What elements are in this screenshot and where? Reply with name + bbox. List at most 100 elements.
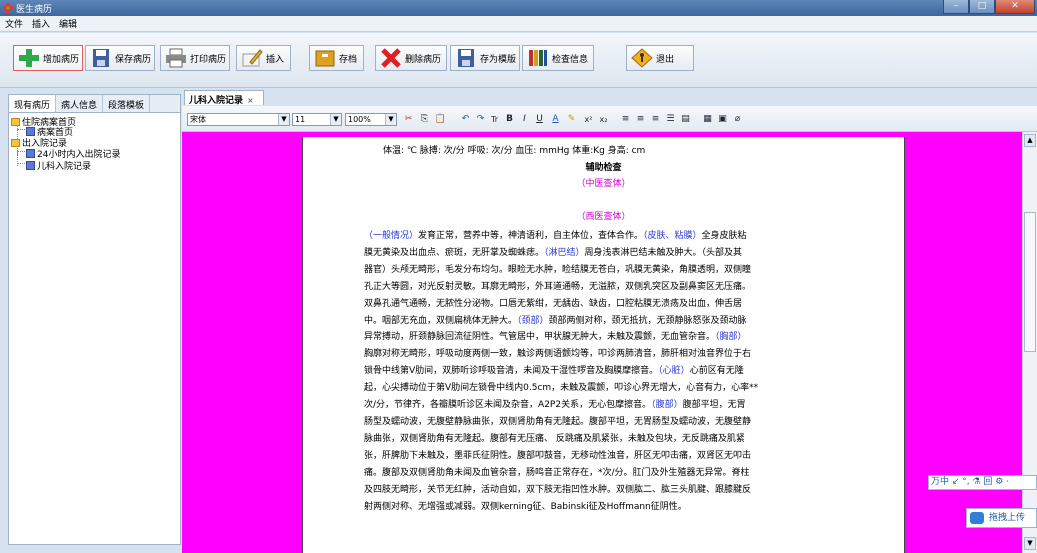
underline-icon[interactable]: U xyxy=(533,113,546,126)
chevron-down-icon: ▼ xyxy=(278,114,289,125)
section-label: （胸部） xyxy=(715,332,747,343)
align-right-icon[interactable]: ≡ xyxy=(649,113,662,126)
superscript-icon[interactable]: x² xyxy=(582,113,595,126)
tree-node-pediatric-admission[interactable]: 儿科入院记录 xyxy=(26,159,91,172)
plus-icon xyxy=(19,49,39,67)
save-template-icon xyxy=(458,49,474,67)
document-icon xyxy=(26,127,35,136)
scroll-down-icon[interactable]: ▼ xyxy=(1024,537,1036,550)
menu-edit[interactable]: 编辑 xyxy=(54,17,81,30)
paragraph-icon[interactable]: ▤ xyxy=(679,113,692,126)
font-color-icon[interactable]: A xyxy=(549,113,562,126)
paragraph-line: （一般情况）发育正常，营养中等，神清语利，自主体位，查体合作。（皮肤、粘膜）全身… xyxy=(364,231,747,241)
copy-icon[interactable]: ⎘ xyxy=(418,113,431,126)
paragraph-line: 双鼻孔通气通畅，无脓性分泌物。口唇无紫绀，无龋齿、缺齿，口腔粘膜无溃疡及出血，伸… xyxy=(364,298,743,309)
justify-icon[interactable]: ☰ xyxy=(664,113,677,126)
save-icon xyxy=(93,49,109,67)
document-icon xyxy=(26,161,35,170)
undo-icon[interactable]: ↶ xyxy=(459,113,472,126)
font-size-select[interactable]: 11 ▼ xyxy=(292,113,342,126)
align-left-icon[interactable]: ≡ xyxy=(619,113,632,126)
tree-node-label: 儿科入院记录 xyxy=(37,162,92,172)
zoom-value: 100% xyxy=(348,115,371,124)
archive-button[interactable]: 存档 xyxy=(309,45,364,71)
paragraph-line: 肠型及蠕动波，无腹壁静脉曲张，双侧肾肋角有无隆起。腹部平坦，无胃肠型及蠕动波，无… xyxy=(364,416,752,427)
table-icon[interactable]: ▦ xyxy=(701,113,714,126)
save-record-label: 保存病历 xyxy=(115,54,152,65)
wm-exam-heading: （西医查体） xyxy=(576,212,631,222)
aux-exam-heading: 辅助检查 xyxy=(585,163,622,173)
tab-patient-info[interactable]: 病人信息 xyxy=(56,95,104,112)
scroll-up-icon[interactable]: ▲ xyxy=(1024,134,1036,147)
tab-paragraph-templates[interactable]: 段落模板 xyxy=(103,95,151,112)
section-label: （淋巴结） xyxy=(544,247,585,258)
exit-label: 退出 xyxy=(656,54,675,65)
italic-icon[interactable]: I xyxy=(518,113,531,126)
menu-file[interactable]: 文件 xyxy=(0,17,27,30)
bold-icon[interactable]: B xyxy=(503,113,516,126)
books-icon xyxy=(529,50,547,66)
maximize-button[interactable]: □ xyxy=(969,0,995,14)
exam-body-text[interactable]: （一般情况）发育正常，营养中等，神清语利，自主体位，查体合作。（皮肤、粘膜）全身… xyxy=(364,228,851,515)
save-record-button[interactable]: 保存病历 xyxy=(85,45,155,71)
paragraph-line: 异常搏动，肝颈静脉回流征阴性。气管居中，甲状腺无肿大，未触及震颤，无血管杂音。（… xyxy=(364,332,747,343)
editor-canvas: 体温: ℃ 脉搏: 次/分 呼吸: 次/分 血压: mmHg 体重:Kg 身高:… xyxy=(182,132,1022,553)
font-size-value: 11 xyxy=(295,115,306,124)
minimize-button[interactable]: – xyxy=(943,0,969,14)
close-tab-icon[interactable]: × xyxy=(247,96,254,105)
document-page[interactable]: 体温: ℃ 脉搏: 次/分 呼吸: 次/分 血压: mmHg 体重:Kg 身高:… xyxy=(302,137,905,553)
paragraph-line: 锁骨中线第Ⅴ肋间，双肺听诊呼吸音清，未闻及干湿性啰音及胸膜摩擦音。（心脏）心前区… xyxy=(364,366,744,377)
delete-record-button[interactable]: 删除病历 xyxy=(375,45,447,71)
tab-existing-records[interactable]: 现有病历 xyxy=(9,95,57,112)
paragraph-line: 及四肢无畸形，关节无红肿，活动自如，双下肢无指凹性水肿。双侧肱二、肱三头肌腱、跟… xyxy=(364,484,752,495)
tab-pediatric-admission[interactable]: 儿科入院记录 × xyxy=(184,90,264,106)
redo-icon[interactable]: ↷ xyxy=(474,113,487,126)
paragraph-line: 中。咽部无充血，双侧扁桃体无肿大。（颈部）颈部两侧对称，颈无抵抗，无颈静脉怒张及… xyxy=(364,315,747,326)
align-center-icon[interactable]: ≡ xyxy=(634,113,647,126)
tcm-exam-heading: （中医查体） xyxy=(576,179,631,189)
chevron-down-icon: ▼ xyxy=(330,114,341,125)
ime-toolbar[interactable]: 万中 ↙ °, ⚗ 回 ⚙ · xyxy=(928,475,1037,490)
cut-icon[interactable]: ✂ xyxy=(402,113,415,126)
check-info-label: 检查信息 xyxy=(552,54,589,65)
paste-icon[interactable]: 📋 xyxy=(434,113,447,126)
paragraph-line: 张，肝脾肋下未触及，墨菲氏征阴性。腹部叩鼓音，无移动性浊音，肝区无叩击痛，双肾区… xyxy=(364,450,752,461)
image-icon[interactable]: ▣ xyxy=(716,113,729,126)
exit-sign-icon xyxy=(631,48,653,68)
print-record-button[interactable]: 打印病历 xyxy=(160,45,230,71)
left-panel: 现有病历 病人信息 段落模板 住院病案首页 病案首页 出入院记录 24小时内入出… xyxy=(8,94,181,545)
upload-label: 拖拽上传 xyxy=(989,513,1026,523)
add-record-button[interactable]: 增加病历 xyxy=(13,45,83,71)
print-record-label: 打印病历 xyxy=(190,54,227,65)
zoom-select[interactable]: 100% ▼ xyxy=(345,113,397,126)
eraser-icon[interactable]: ⌀ xyxy=(731,113,744,126)
highlight-icon[interactable]: ✎ xyxy=(565,113,578,126)
window-title: 医生病历 xyxy=(16,5,53,15)
drag-upload-button[interactable]: 拖拽上传 xyxy=(966,508,1037,528)
exit-button[interactable]: 退出 xyxy=(626,45,694,71)
save-template-button[interactable]: 存为模版 xyxy=(450,45,520,71)
insert-label: 插入 xyxy=(266,54,285,65)
menu-insert[interactable]: 插入 xyxy=(27,17,54,30)
insert-pencil-icon xyxy=(242,49,263,67)
section-label: （心脏） xyxy=(658,366,690,377)
printer-icon xyxy=(166,48,186,68)
check-info-button[interactable]: 检查信息 xyxy=(522,45,594,71)
section-label: （颈部） xyxy=(517,315,549,326)
archive-box-icon xyxy=(315,50,335,67)
font-select[interactable]: 宋体 ▼ xyxy=(187,113,290,126)
document-tab-bar: 儿科入院记录 × xyxy=(182,88,1037,106)
left-tabs: 现有病历 病人信息 段落模板 xyxy=(9,95,180,113)
paragraph-line: 脉曲张，双侧肾肋角有无隆起。腹部有无压痛、 反跳痛及肌紧张，未触及包块，无反跳痛… xyxy=(364,433,745,444)
close-button[interactable]: ✕ xyxy=(995,0,1035,14)
paragraph-line: 射两侧对称、无增强或减弱。双侧kerning征、Babinski征及Hoffma… xyxy=(364,501,687,512)
paragraph-line: 胸廓对称无畸形，呼吸动度两侧一致，触诊两侧语颤均等，叩诊两肺清音，肺肝相对浊音界… xyxy=(364,349,752,360)
paragraph-line: 器官）头颅无畸形，毛发分布均匀。眼睑无水肿，睑结膜无苍白，巩膜无黄染，角膜透明，… xyxy=(364,264,752,275)
subscript-icon[interactable]: x₂ xyxy=(597,113,610,126)
archive-label: 存档 xyxy=(339,54,358,65)
insert-button[interactable]: 插入 xyxy=(236,45,291,71)
font-style-icon[interactable]: Tr xyxy=(488,113,501,126)
delete-x-icon xyxy=(381,48,401,68)
format-toolbar: 宋体 ▼ 11 ▼ 100% ▼ ✂ ⎘ 📋 ↶ ↷ Tr B I U A ✎ … xyxy=(182,106,1037,132)
scroll-thumb[interactable] xyxy=(1024,212,1036,352)
